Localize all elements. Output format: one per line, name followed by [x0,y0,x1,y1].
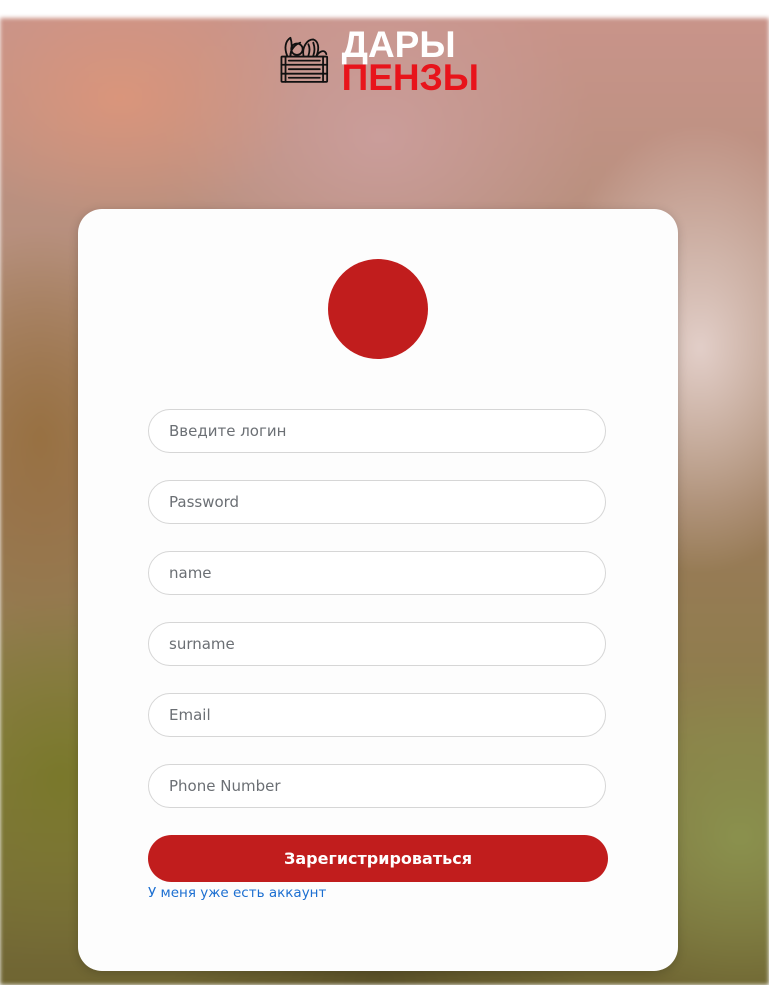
page: ДАРЫ ПЕНЗЫ Зарегистрироваться У меня уже… [0,0,769,985]
logo-line1: ДАРЫ [341,24,456,65]
site-logo[interactable]: ДАРЫ ПЕНЗЫ [279,24,479,98]
login-link[interactable]: У меня уже есть аккаунт [148,885,326,901]
register-button[interactable]: Зарегистрироваться [148,835,608,882]
phone-input[interactable] [148,764,606,808]
logo-text: ДАРЫ ПЕНЗЫ [341,24,479,98]
avatar [328,259,428,359]
surname-input[interactable] [148,622,606,666]
registration-card: Зарегистрироваться У меня уже есть аккау… [78,209,678,971]
vegetable-crate-icon [280,36,329,83]
name-input[interactable] [148,551,606,595]
email-input[interactable] [148,693,606,737]
password-input[interactable] [148,480,606,524]
login-input[interactable] [148,409,606,453]
logo-line2: ПЕНЗЫ [341,57,479,98]
